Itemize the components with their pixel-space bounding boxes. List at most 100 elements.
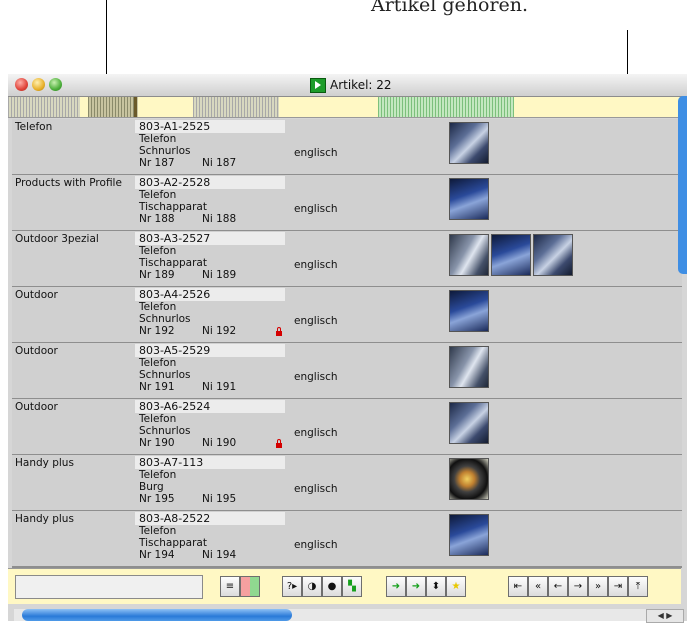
toggle-circle-icon[interactable]: ◑ xyxy=(302,576,322,597)
product-thumbnail[interactable] xyxy=(449,234,489,276)
lock-icon xyxy=(276,439,282,448)
row-line2: Telefon xyxy=(139,133,177,145)
arrow-right-icon[interactable]: ➜ xyxy=(386,576,406,597)
row-language: englisch xyxy=(294,147,338,159)
row-language: englisch xyxy=(294,259,338,271)
lock-icon xyxy=(276,327,282,336)
row-line2: Telefon xyxy=(139,245,177,257)
row-ni: Ni 192 xyxy=(202,325,237,337)
row-category: Outdoor xyxy=(15,401,58,413)
row-nr: Nr 192 xyxy=(139,325,175,337)
bottom-toolbar: ≡ ?▸ ◑ ● ▚ ➜ ➜ ⬍ ★ ⇤ « ← → » ⇥ ⤒ xyxy=(8,568,681,604)
row-nr: Nr 195 xyxy=(139,493,175,505)
close-button[interactable] xyxy=(15,78,28,91)
row-code: 803-A5-2529 xyxy=(139,344,211,357)
row-nr: Nr 188 xyxy=(139,213,175,225)
help-button[interactable]: ?▸ xyxy=(282,576,302,597)
window-title: Artikel: 22 xyxy=(330,78,392,92)
list-item[interactable]: Handy plus 803-A7-113 Telefon Burg Nr 195 Ni … xyxy=(12,455,682,512)
list-item[interactable]: Outdoor 803-A6-2524 Telefon Schnurlos Nr 190… xyxy=(12,399,682,456)
row-language: englisch xyxy=(294,203,338,215)
product-thumbnail[interactable] xyxy=(449,402,489,444)
annotation-caption: Artikel gehören. xyxy=(371,0,529,16)
record-icon[interactable]: ● xyxy=(322,576,342,597)
minimize-button[interactable] xyxy=(32,78,45,91)
list-item[interactable]: Handy plus 803-A8-2522 Telefon Tischapparat… xyxy=(12,511,682,568)
product-thumbnail[interactable] xyxy=(449,178,489,220)
row-nr: Nr 189 xyxy=(139,269,175,281)
row-language: englisch xyxy=(294,483,338,495)
vertical-scrollbar-thumb[interactable] xyxy=(678,96,687,274)
top-icon[interactable]: ⤒ xyxy=(628,576,648,597)
list-item[interactable]: Outdoor 803-A5-2529 Telefon Schnurlos Nr 191… xyxy=(12,343,682,400)
row-nr: Nr 191 xyxy=(139,381,175,393)
row-code: 803-A6-2524 xyxy=(139,400,211,413)
product-thumbnail[interactable] xyxy=(449,122,489,164)
product-thumbnail[interactable] xyxy=(449,514,489,556)
zoom-button[interactable] xyxy=(49,78,62,91)
row-code: 803-A3-2527 xyxy=(139,232,211,245)
fast-forward-icon[interactable]: » xyxy=(588,576,608,597)
back-icon[interactable]: ← xyxy=(548,576,568,597)
title-bar[interactable]: Artikel: 22 xyxy=(8,74,687,97)
arrow-right-2-icon[interactable]: ➜ xyxy=(406,576,426,597)
row-code: 803-A8-2522 xyxy=(139,512,211,525)
star-icon[interactable]: ★ xyxy=(446,576,466,597)
row-code: 803-A7-113 xyxy=(139,456,204,469)
product-thumbnail[interactable] xyxy=(533,234,573,276)
row-line3: Tischapparat xyxy=(139,257,207,269)
row-line2: Telefon xyxy=(139,413,177,425)
row-ni: Ni 195 xyxy=(202,493,237,505)
sort-icon[interactable]: ⬍ xyxy=(426,576,446,597)
last-record-icon[interactable]: ⇥ xyxy=(608,576,628,597)
row-language: englisch xyxy=(294,427,338,439)
product-thumbnail[interactable] xyxy=(449,346,489,388)
row-ni: Ni 189 xyxy=(202,269,237,281)
stripe-segment-marker xyxy=(134,97,137,117)
row-category: Outdoor xyxy=(15,289,58,301)
row-line2: Telefon xyxy=(139,525,177,537)
forward-icon[interactable]: → xyxy=(568,576,588,597)
row-line2: Telefon xyxy=(139,189,177,201)
row-category: Handy plus xyxy=(15,513,74,525)
horizontal-scrollbar[interactable] xyxy=(14,609,654,621)
product-thumbnail[interactable] xyxy=(449,458,489,500)
row-ni: Ni 187 xyxy=(202,157,237,169)
row-category: Outdoor 3pezial xyxy=(15,233,99,245)
fast-back-icon[interactable]: « xyxy=(528,576,548,597)
list-view-icon[interactable]: ≡ xyxy=(220,576,240,597)
product-thumbnail[interactable] xyxy=(449,290,489,332)
row-nr: Nr 190 xyxy=(139,437,175,449)
row-language: englisch xyxy=(294,315,338,327)
stripe-segment-gray xyxy=(8,97,80,117)
color-stripe-bar xyxy=(8,97,681,118)
row-line3: Burg xyxy=(139,481,164,493)
list-item[interactable]: Outdoor 803-A4-2526 Telefon Schnurlos Nr 192… xyxy=(12,287,682,344)
row-category: Products with Profile xyxy=(15,177,122,189)
row-category: Telefon xyxy=(15,121,53,133)
row-line2: Telefon xyxy=(139,469,177,481)
article-list[interactable]: Telefon 803-A1-2525 Telefon Schnurlos Nr 187… xyxy=(12,119,682,568)
row-line2: Telefon xyxy=(139,301,177,313)
row-line3: Schnurlos xyxy=(139,145,191,157)
row-language: englisch xyxy=(294,539,338,551)
row-line2: Telefon xyxy=(139,357,177,369)
list-item[interactable]: Products with Profile 803-A2-2528 Telefon T… xyxy=(12,175,682,232)
green-squares-icon[interactable]: ▚ xyxy=(342,576,362,597)
search-field[interactable] xyxy=(15,575,203,599)
stripe-segment-gray-2 xyxy=(193,97,279,117)
row-line3: Tischapparat xyxy=(139,537,207,549)
row-category: Handy plus xyxy=(15,457,74,469)
first-record-icon[interactable]: ⇤ xyxy=(508,576,528,597)
row-ni: Ni 190 xyxy=(202,437,237,449)
row-nr: Nr 194 xyxy=(139,549,175,561)
horizontal-scrollbar-thumb[interactable] xyxy=(22,609,292,621)
row-line3: Schnurlos xyxy=(139,313,191,325)
row-code: 803-A4-2526 xyxy=(139,288,211,301)
database-icon xyxy=(310,78,326,93)
color-grid-icon[interactable] xyxy=(240,576,260,597)
list-item[interactable]: Telefon 803-A1-2525 Telefon Schnurlos Nr 187… xyxy=(12,119,682,176)
product-thumbnail[interactable] xyxy=(491,234,531,276)
list-item[interactable]: Outdoor 3pezial 803-A3-2527 Telefon Tischap… xyxy=(12,231,682,288)
artikel-window: Artikel: 22 Telefon 803-A1-2525 Telefon Sch… xyxy=(8,74,687,621)
